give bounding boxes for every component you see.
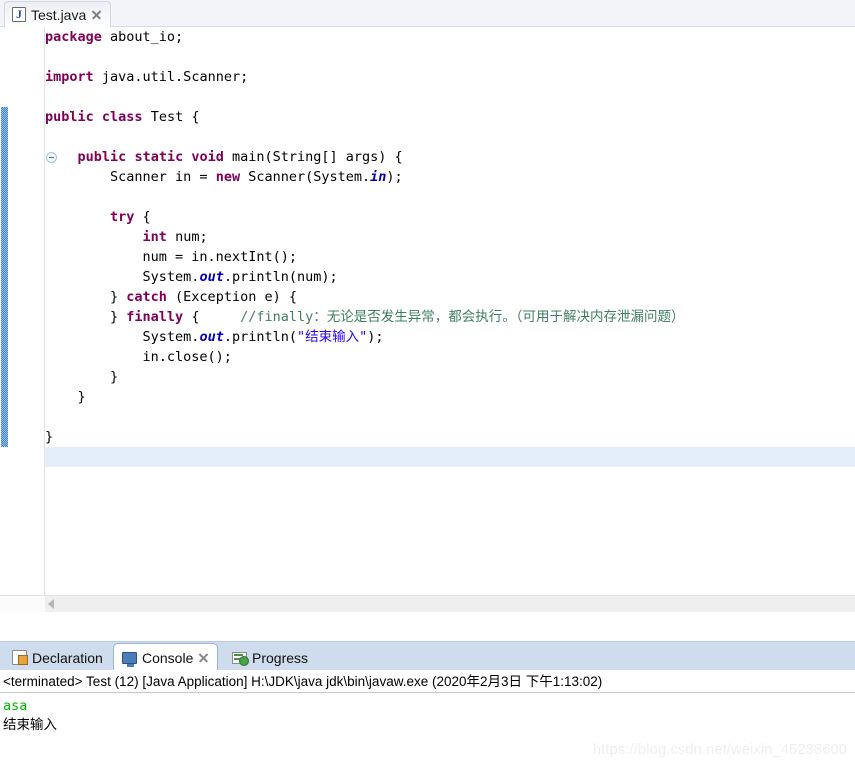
- code-line[interactable]: 2: [40, 47, 855, 67]
- tab-progress-label: Progress: [252, 649, 309, 666]
- current-line-highlight: [45, 447, 855, 467]
- code-line[interactable]: 25: [40, 507, 855, 527]
- code-line[interactable]: 23: [40, 467, 855, 487]
- chevron-left-icon[interactable]: [48, 599, 54, 609]
- editor-tab-test-java[interactable]: Test.java: [4, 1, 112, 27]
- code-text: System.out.println(num);: [45, 269, 338, 285]
- code-line[interactable]: 21}: [40, 427, 855, 447]
- code-line[interactable]: 12 num = in.nextInt();: [40, 247, 855, 267]
- java-file-icon: [12, 7, 26, 22]
- code-text: } finally { //finally：无论是否发生异常，都会执行。（可用于…: [45, 309, 685, 325]
- code-text: import java.util.Scanner;: [45, 69, 249, 85]
- code-line[interactable]: 4: [40, 87, 855, 107]
- code-line[interactable]: 9: [40, 187, 855, 207]
- code-line[interactable]: 17 in.close();: [40, 347, 855, 367]
- editor-tab-bar: Test.java: [0, 0, 855, 27]
- code-line[interactable]: 22: [40, 447, 855, 467]
- code-line[interactable]: 10 try {: [40, 207, 855, 227]
- code-line[interactable]: 19 }: [40, 387, 855, 407]
- console-launch-header: <terminated> Test (12) [Java Application…: [0, 670, 855, 693]
- code-text: public class Test {: [45, 109, 200, 125]
- code-line[interactable]: 27: [40, 547, 855, 567]
- code-lines[interactable]: 1package about_io;2 3import java.util.Sc…: [40, 27, 855, 612]
- watermark: https://blog.csdn.net/weixin_45238600: [592, 742, 847, 758]
- view-tab-bar: Declaration Console Progress: [0, 641, 855, 671]
- code-line[interactable]: 18 }: [40, 367, 855, 387]
- code-line[interactable]: 13 System.out.println(num);: [40, 267, 855, 287]
- code-line[interactable]: 28: [40, 567, 855, 587]
- code-line[interactable]: 7 public static void main(String[] args)…: [40, 147, 855, 167]
- code-line[interactable]: 14 } catch (Exception e) {: [40, 287, 855, 307]
- tab-declaration[interactable]: Declaration: [4, 644, 111, 671]
- code-line[interactable]: 24: [40, 487, 855, 507]
- code-text: }: [45, 429, 54, 445]
- declaration-icon: [12, 650, 28, 665]
- close-icon[interactable]: [198, 652, 209, 663]
- editor-tab-label: Test.java: [31, 6, 87, 23]
- code-text: int num;: [142, 229, 208, 245]
- code-line[interactable]: 3import java.util.Scanner;: [40, 67, 855, 87]
- code-line[interactable]: 6: [40, 127, 855, 147]
- code-text: Scanner in = new Scanner(System.in);: [45, 169, 403, 185]
- code-line[interactable]: 26: [40, 527, 855, 547]
- change-bar-marker: [1, 107, 8, 447]
- code-text: try {: [110, 209, 151, 225]
- eclipse-ide-window: Test.java 1package about_io;2 3import ja…: [0, 0, 855, 777]
- code-text: System.out.println("结束输入");: [45, 329, 384, 345]
- console-input-line: asa: [3, 698, 28, 714]
- tab-progress[interactable]: Progress: [224, 644, 316, 671]
- code-text: public static void main(String[] args) {: [77, 149, 403, 165]
- code-line[interactable]: 20: [40, 407, 855, 427]
- code-line[interactable]: 15 } finally { //finally：无论是否发生异常，都会执行。（…: [40, 307, 855, 327]
- code-line[interactable]: 5public class Test {: [40, 107, 855, 127]
- console-output[interactable]: asa 结束输入: [0, 694, 855, 777]
- close-icon[interactable]: [91, 9, 102, 20]
- console-output-line: 结束输入: [3, 717, 57, 733]
- tab-console[interactable]: Console: [113, 643, 219, 671]
- code-line[interactable]: 1package about_io;: [40, 27, 855, 47]
- progress-icon: [232, 652, 249, 666]
- code-line[interactable]: 11 int num;: [40, 227, 855, 247]
- change-ruler: [0, 27, 8, 612]
- code-text: }: [45, 369, 119, 385]
- tab-console-label: Console: [142, 649, 194, 666]
- code-line[interactable]: 8 Scanner in = new Scanner(System.in);: [40, 167, 855, 187]
- code-text: num = in.nextInt();: [45, 249, 297, 265]
- code-text: } catch (Exception e) {: [45, 289, 297, 305]
- code-text: }: [45, 389, 86, 405]
- scrollbar-track[interactable]: [45, 596, 855, 612]
- scrollbar-corner: [0, 596, 45, 612]
- code-text: in.close();: [45, 349, 232, 365]
- tab-declaration-label: Declaration: [32, 649, 103, 666]
- code-text: package about_io;: [45, 29, 184, 45]
- console-icon: [122, 652, 137, 667]
- code-editor[interactable]: 1package about_io;2 3import java.util.Sc…: [0, 27, 855, 612]
- code-line[interactable]: 16 System.out.println("结束输入");: [40, 327, 855, 347]
- editor-horizontal-scrollbar[interactable]: [0, 595, 855, 612]
